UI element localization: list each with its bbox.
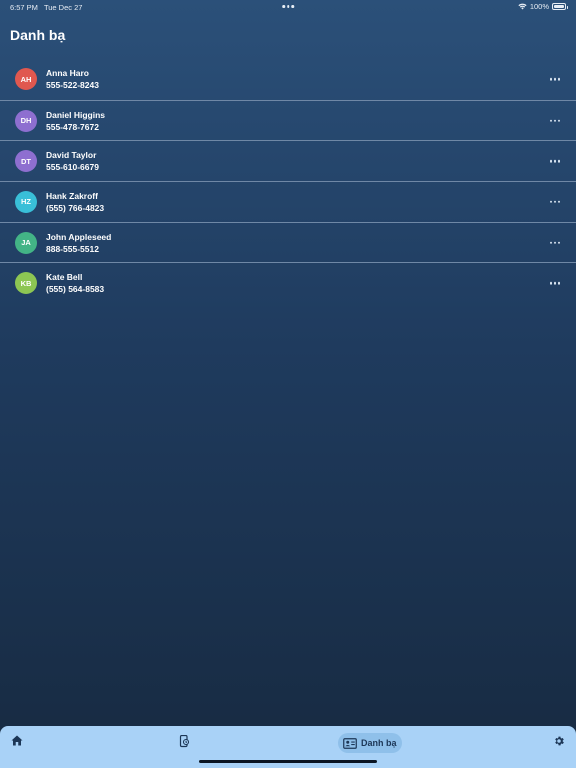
contact-row[interactable]: HZ Hank Zakroff (555) 766-4823	[0, 181, 576, 222]
contact-text: Anna Haro 555-522-8243	[46, 68, 99, 90]
home-icon	[11, 735, 23, 746]
contact-name: Daniel Higgins	[46, 109, 106, 120]
wifi-icon	[518, 3, 527, 10]
battery-percent: 100%	[529, 2, 549, 11]
device-icon	[179, 735, 190, 748]
contact-phone: (555) 766-4823	[46, 202, 105, 213]
contact-card-icon	[343, 737, 357, 749]
contact-phone: (555) 564-8583	[46, 284, 105, 295]
status-bar: 6:57 PM Tue Dec 27 100%	[0, 0, 576, 14]
more-options-icon[interactable]	[549, 159, 560, 163]
tab-settings[interactable]	[553, 735, 565, 747]
contact-phone: 888-555-5512	[46, 243, 99, 254]
contact-text: John Appleseed 888-555-5512	[46, 232, 111, 254]
contact-row[interactable]: AH Anna Haro 555-522-8243	[0, 59, 576, 100]
contact-row[interactable]: KB Kate Bell (555) 564-8583	[0, 262, 576, 303]
contact-text: Hank Zakroff (555) 766-4823	[46, 191, 104, 213]
tab-device[interactable]	[178, 735, 190, 748]
tab-bar: Danh bạ	[0, 726, 576, 768]
avatar: DT	[15, 150, 37, 173]
status-time: 6:57 PM	[10, 2, 38, 12]
gear-icon	[555, 736, 564, 746]
contact-text: Kate Bell (555) 564-8583	[46, 272, 104, 294]
contact-list: AH Anna Haro 555-522-8243 DH Daniel Higg…	[0, 59, 576, 303]
contact-name: John Appleseed	[46, 231, 112, 242]
contact-name: Kate Bell	[46, 272, 83, 283]
contact-text: David Taylor 555-610-6679	[46, 150, 99, 172]
contact-name: Hank Zakroff	[46, 190, 98, 201]
avatar: JA	[15, 231, 37, 254]
contact-name: Anna Haro	[46, 68, 89, 79]
contact-row[interactable]: DH Daniel Higgins 555-478-7672	[0, 99, 576, 141]
contact-row[interactable]: DT David Taylor 555-610-6679	[0, 140, 576, 181]
contact-text: Daniel Higgins 555-478-7672	[46, 110, 105, 132]
more-options-icon[interactable]	[549, 282, 560, 285]
more-options-icon[interactable]	[549, 119, 560, 122]
more-options-icon[interactable]	[549, 78, 560, 81]
contact-name: David Taylor	[46, 150, 97, 161]
contact-phone: 555-478-7672	[46, 121, 99, 132]
tab-contacts-label: Danh bạ	[361, 738, 397, 748]
battery-icon	[552, 3, 568, 10]
more-options-icon[interactable]	[549, 241, 560, 244]
contact-phone: 555-522-8243	[46, 80, 99, 91]
status-left: 6:57 PM Tue Dec 27	[10, 3, 82, 12]
avatar: KB	[15, 272, 37, 295]
status-right: 100%	[518, 2, 568, 11]
tab-contacts[interactable]: Danh bạ	[338, 733, 402, 753]
multitasking-dots-icon[interactable]	[282, 5, 294, 8]
home-indicator[interactable]	[199, 759, 377, 763]
more-options-icon[interactable]	[549, 200, 560, 204]
contact-row[interactable]: JA John Appleseed 888-555-5512	[0, 221, 576, 263]
status-date: Tue Dec 27	[43, 2, 83, 12]
contact-phone: 555-610-6679	[46, 162, 99, 173]
avatar: HZ	[15, 190, 37, 213]
battery-fill	[554, 5, 564, 8]
tab-home[interactable]	[11, 735, 23, 746]
avatar: AH	[15, 68, 37, 91]
page-title: Danh bạ	[10, 27, 66, 43]
avatar: DH	[15, 109, 37, 132]
